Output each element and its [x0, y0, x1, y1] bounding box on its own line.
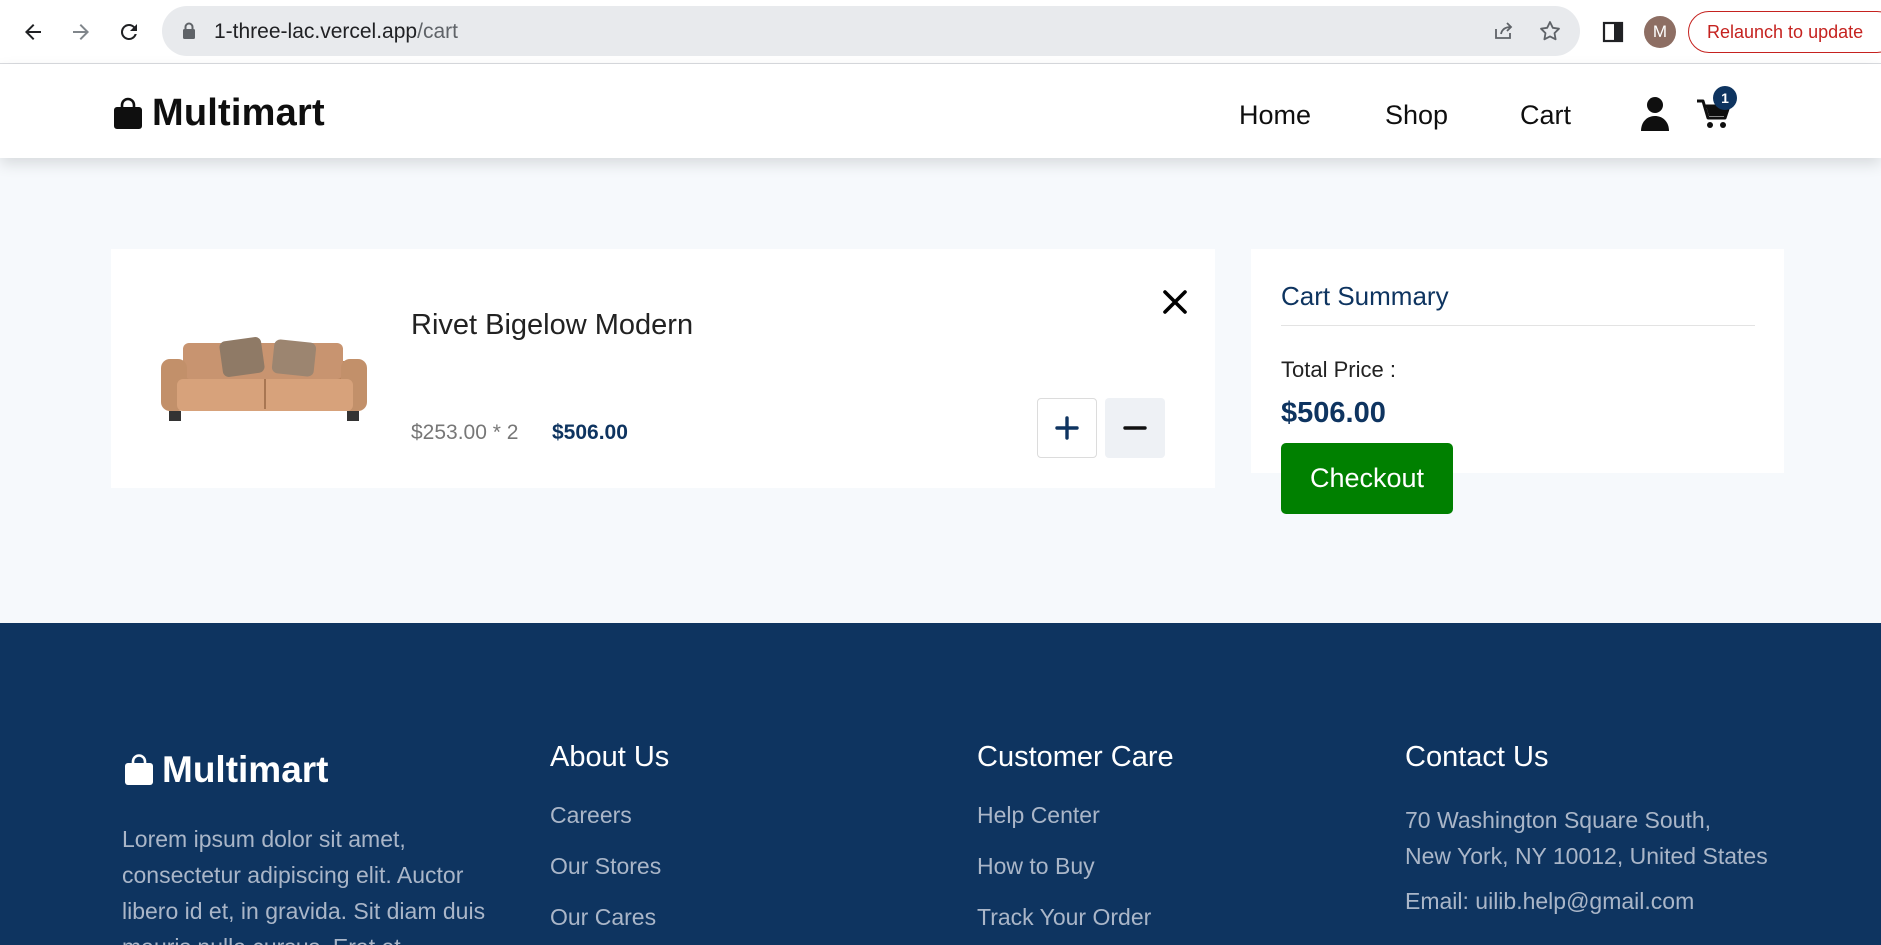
footer-link-our-stores[interactable]: Our Stores [550, 853, 669, 885]
reload-button[interactable] [111, 14, 147, 50]
checkout-button[interactable]: Checkout [1281, 443, 1453, 514]
increase-quantity-button[interactable] [1037, 398, 1097, 458]
footer-care-column: Customer Care Help Center How to Buy Tra… [977, 741, 1174, 945]
arrow-left-icon [25, 24, 41, 40]
footer-address-line1: 70 Washington Square South, [1405, 807, 1712, 833]
summary-divider [1281, 325, 1755, 326]
footer-brand-logo[interactable]: Multimart [124, 749, 329, 791]
plus-icon [1055, 416, 1079, 440]
remove-item-button[interactable] [1159, 286, 1191, 318]
site-header: Multimart Home Shop Cart 1 [0, 64, 1881, 158]
browser-toolbar: 1-three-lac.vercel.app/cart M Relaunch t… [0, 0, 1881, 64]
nav-home[interactable]: Home [1239, 100, 1311, 131]
footer-about-column: About Us Careers Our Stores Our Cares [550, 741, 669, 945]
footer-about-heading: About Us [550, 741, 670, 773]
footer-link-careers[interactable]: Careers [550, 802, 669, 834]
user-icon [1641, 97, 1669, 131]
close-icon [1163, 290, 1187, 314]
footer-contact-heading: Contact Us [1405, 741, 1549, 773]
star-icon [1540, 21, 1560, 41]
profile-avatar[interactable]: M [1644, 16, 1676, 48]
product-name[interactable]: Rivet Bigelow Modern [411, 309, 693, 342]
cart-count-badge: 1 [1713, 86, 1737, 110]
nav-cart[interactable]: Cart [1520, 100, 1571, 131]
share-button[interactable] [1491, 18, 1517, 44]
footer-email[interactable]: Email: uilib.help@gmail.com [1405, 888, 1768, 915]
footer-description: Lorem ipsum dolor sit amet, consectetur … [122, 826, 486, 945]
minus-icon [1123, 426, 1147, 430]
reload-icon [120, 23, 137, 40]
side-panel-icon [1602, 21, 1624, 43]
side-panel-button[interactable] [1600, 19, 1626, 45]
cart-summary-card: Cart Summary Total Price : $506.00 [1251, 249, 1784, 473]
line-total: $506.00 [552, 421, 628, 444]
address-bar[interactable]: 1-three-lac.vercel.app/cart [162, 6, 1580, 56]
footer-care-heading: Customer Care [977, 741, 1174, 773]
total-price-label: Total Price : [1281, 357, 1396, 382]
brand-name: Multimart [152, 92, 325, 134]
user-button[interactable] [1640, 96, 1670, 137]
nav-shop[interactable]: Shop [1385, 100, 1448, 131]
lock-icon [183, 22, 195, 39]
footer-brand-name: Multimart [162, 749, 329, 790]
unit-price-quantity: $253.00 * 2 [411, 421, 519, 444]
url-text: 1-three-lac.vercel.app/cart [214, 20, 458, 43]
shopping-bag-icon [125, 754, 153, 785]
decrease-quantity-button[interactable] [1105, 398, 1165, 458]
bookmark-button[interactable] [1537, 18, 1563, 44]
summary-title: Cart Summary [1281, 281, 1449, 311]
footer-link-our-cares[interactable]: Our Cares [550, 904, 669, 936]
site-footer: Multimart Lorem ipsum dolor sit amet, co… [0, 623, 1881, 945]
footer-link-help-center[interactable]: Help Center [977, 802, 1174, 834]
back-button[interactable] [15, 14, 51, 50]
share-icon [1495, 22, 1513, 39]
sofa-image [161, 337, 367, 421]
forward-button[interactable] [63, 14, 99, 50]
footer-address-line2: New York, NY 10012, United States [1405, 843, 1768, 869]
total-price-value: $506.00 [1281, 397, 1386, 429]
arrow-right-icon [73, 24, 89, 40]
cart-item-card: Rivet Bigelow Modern $253.00 * 2 $506.00 [111, 249, 1215, 488]
relaunch-button[interactable]: Relaunch to update [1688, 11, 1881, 53]
brand-logo[interactable]: Multimart [112, 92, 325, 135]
shopping-bag-icon [114, 97, 142, 129]
footer-contact-column: Contact Us 70 Washington Square South, N… [1405, 741, 1768, 915]
footer-link-track-order[interactable]: Track Your Order [977, 904, 1174, 936]
product-image [161, 329, 367, 430]
footer-link-how-to-buy[interactable]: How to Buy [977, 853, 1174, 885]
